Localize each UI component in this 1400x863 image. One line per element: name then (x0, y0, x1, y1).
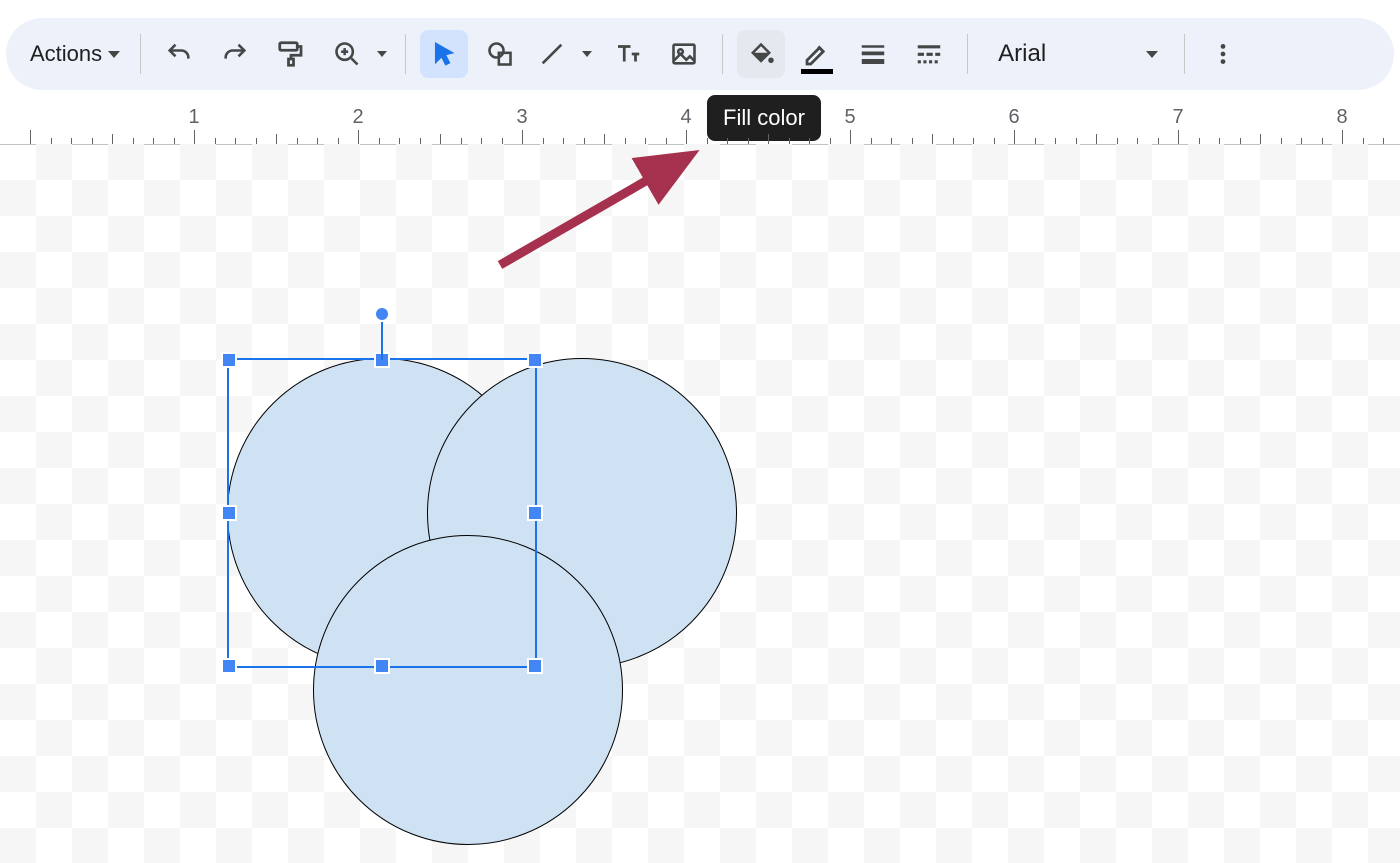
more-vertical-icon (1210, 41, 1236, 67)
border-weight-button[interactable] (849, 30, 897, 78)
line-dash-icon (914, 39, 944, 69)
toolbar-separator (1184, 34, 1185, 74)
ruler-number: 1 (188, 106, 199, 129)
horizontal-ruler: 1 2 3 4 5 6 7 8 (0, 108, 1400, 145)
toolbar-separator (140, 34, 141, 74)
dropdown-caret-icon[interactable] (377, 51, 387, 57)
paint-format-button[interactable] (267, 30, 315, 78)
ruler-tick (276, 134, 277, 144)
select-tool-button[interactable] (420, 30, 468, 78)
pencil-icon (802, 39, 832, 69)
drawing-canvas[interactable] (0, 144, 1400, 863)
more-options-button[interactable] (1199, 30, 1247, 78)
ruler-tick (30, 130, 31, 144)
paint-bucket-icon (746, 39, 776, 69)
ruler-number: 5 (844, 106, 855, 129)
ruler-tick (112, 134, 113, 144)
ruler-tick (1260, 134, 1261, 144)
selection-handle-bl[interactable] (221, 658, 237, 674)
rotation-stem (381, 314, 383, 360)
ruler-number: 4 (680, 106, 691, 129)
actions-menu-label: Actions (30, 41, 102, 67)
undo-icon (165, 40, 193, 68)
ruler-tick (358, 130, 359, 144)
toolbar-separator (405, 34, 406, 74)
ruler-tick (522, 130, 523, 144)
image-icon (670, 40, 698, 68)
zoom-button[interactable] (323, 30, 371, 78)
ruler-tick (440, 134, 441, 144)
ruler-tick (1178, 130, 1179, 144)
dropdown-caret-icon (108, 51, 120, 58)
ruler-tick (1096, 134, 1097, 144)
ruler-tick (1342, 130, 1343, 144)
dropdown-caret-icon (1146, 51, 1158, 58)
insert-image-button[interactable] (660, 30, 708, 78)
text-box-button[interactable] (604, 30, 652, 78)
font-family-label: Arial (998, 40, 1046, 68)
border-dash-button[interactable] (905, 30, 953, 78)
ruler-number: 8 (1336, 106, 1347, 129)
selection-handle-tl[interactable] (221, 352, 237, 368)
circle-3[interactable] (313, 535, 623, 845)
ruler-tick (850, 130, 851, 144)
undo-button[interactable] (155, 30, 203, 78)
fill-color-button[interactable] (737, 30, 785, 78)
shape-tool-button[interactable] (476, 30, 524, 78)
border-color-button[interactable] (793, 30, 841, 78)
toolbar-separator (722, 34, 723, 74)
paint-roller-icon (276, 39, 306, 69)
text-icon (613, 39, 643, 69)
ruler-tick (194, 130, 195, 144)
ruler-tick (932, 134, 933, 144)
redo-icon (221, 40, 249, 68)
ruler-number: 6 (1008, 106, 1019, 129)
cursor-icon (430, 40, 458, 68)
ruler-number: 7 (1172, 106, 1183, 129)
line-tool-button[interactable] (528, 30, 576, 78)
ruler-tick (604, 134, 605, 144)
ruler-tick (768, 134, 769, 144)
ruler-tick (1014, 130, 1015, 144)
rotation-handle[interactable] (374, 306, 390, 322)
toolbar-separator (967, 34, 968, 74)
redo-button[interactable] (211, 30, 259, 78)
line-weight-icon (858, 39, 888, 69)
ruler-number: 3 (516, 106, 527, 129)
actions-menu-button[interactable]: Actions (20, 34, 130, 74)
ruler-tick (686, 130, 687, 144)
ruler-number: 2 (352, 106, 363, 129)
dropdown-caret-icon[interactable] (582, 51, 592, 57)
border-color-swatch (801, 69, 833, 74)
font-family-selector[interactable]: Arial (978, 30, 1174, 78)
shape-icon (486, 40, 514, 68)
line-icon (538, 40, 566, 68)
toolbar: Actions (6, 18, 1394, 90)
zoom-in-icon (333, 40, 361, 68)
